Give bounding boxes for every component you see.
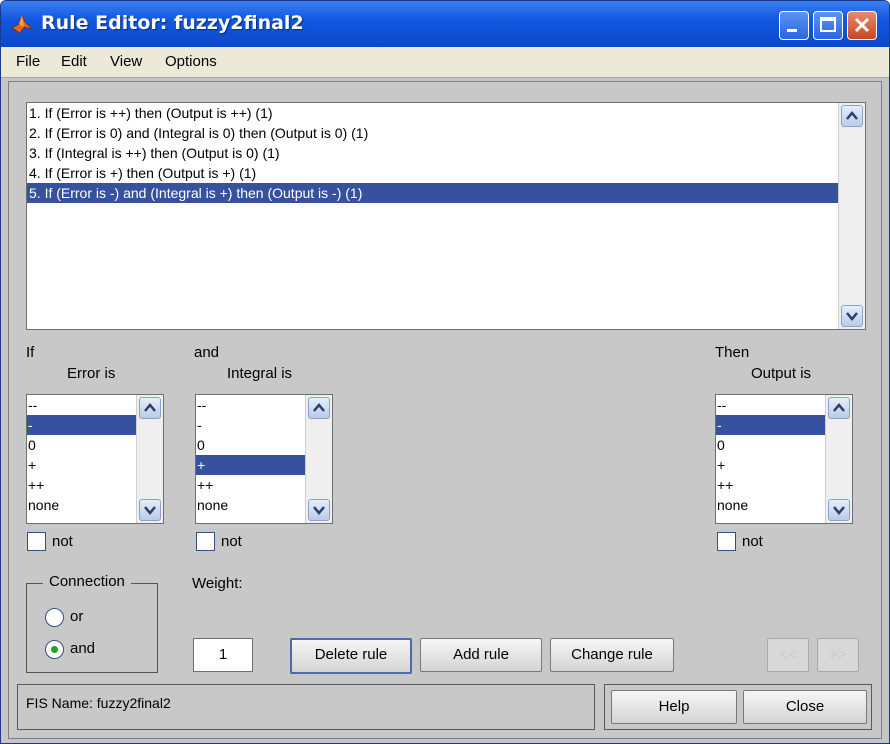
connection-group: Connection or and <box>26 573 158 673</box>
output-option[interactable]: -- <box>716 395 825 415</box>
window-title: Rule Editor: fuzzy2final2 <box>41 12 304 34</box>
integral-list-scrollbar[interactable] <box>305 395 332 523</box>
output-label: Output is <box>751 365 812 382</box>
help-button[interactable]: Help <box>611 690 737 724</box>
then-label: Then <box>715 344 750 361</box>
integral-option[interactable]: ++ <box>196 475 305 495</box>
close-button[interactable]: Close <box>743 690 867 724</box>
and-label: and <box>194 344 220 361</box>
menu-bar: File Edit View Options <box>1 47 889 78</box>
scroll-down-button[interactable] <box>139 499 161 521</box>
delete-rule-button[interactable]: Delete rule <box>290 638 412 674</box>
integral-option[interactable]: none <box>196 495 305 515</box>
output-option[interactable]: - <box>716 415 825 435</box>
output-membership-list[interactable]: -- - 0 + ++ none <box>715 394 853 524</box>
error-option[interactable]: -- <box>27 395 136 415</box>
weight-label: Weight: <box>192 575 243 592</box>
previous-button[interactable]: << <box>767 638 809 672</box>
matlab-logo-icon <box>11 13 33 34</box>
rule-item-1[interactable]: 1. If (Error is ++) then (Output is ++) … <box>27 103 839 123</box>
scroll-down-button[interactable] <box>828 499 850 521</box>
integral-option[interactable]: - <box>196 415 305 435</box>
scroll-up-button[interactable] <box>828 397 850 419</box>
and-radio-label: and <box>70 640 96 657</box>
status-box: FIS Name: fuzzy2final2 <box>17 684 595 730</box>
menu-view[interactable]: View <box>110 53 142 70</box>
minimize-icon <box>787 29 797 32</box>
maximize-button[interactable] <box>813 11 843 40</box>
title-bar[interactable]: Rule Editor: fuzzy2final2 <box>1 1 889 47</box>
menu-file[interactable]: File <box>16 53 40 70</box>
editor-panel: 1. If (Error is ++) then (Output is ++) … <box>8 81 882 739</box>
error-membership-list[interactable]: -- - 0 + ++ none <box>26 394 164 524</box>
rule-list-scrollbar[interactable] <box>838 103 865 329</box>
next-button[interactable]: >> <box>817 638 859 672</box>
error-list-scrollbar[interactable] <box>136 395 163 523</box>
connection-title: Connection <box>43 573 131 590</box>
if-label: If <box>26 344 35 361</box>
integral-not-checkbox[interactable] <box>196 532 215 551</box>
rule-item-4[interactable]: 4. If (Error is +) then (Output is +) (1… <box>27 163 839 183</box>
output-option[interactable]: 0 <box>716 435 825 455</box>
rule-list[interactable]: 1. If (Error is ++) then (Output is ++) … <box>26 102 866 330</box>
scroll-up-button[interactable] <box>308 397 330 419</box>
chevron-up-icon <box>144 403 156 412</box>
scroll-up-button[interactable] <box>139 397 161 419</box>
error-option[interactable]: 0 <box>27 435 136 455</box>
error-not-label: not <box>52 533 73 550</box>
minimize-button[interactable] <box>779 11 809 40</box>
output-list-scrollbar[interactable] <box>825 395 852 523</box>
chevron-up-icon <box>833 403 845 412</box>
and-radio[interactable] <box>45 640 64 659</box>
error-option[interactable]: + <box>27 455 136 475</box>
chevron-down-icon <box>313 506 325 515</box>
error-not-checkbox[interactable] <box>27 532 46 551</box>
error-option[interactable]: none <box>27 495 136 515</box>
fis-name-status: FIS Name: fuzzy2final2 <box>26 695 171 711</box>
chevron-down-icon <box>833 506 845 515</box>
close-icon <box>854 17 870 33</box>
rule-item-3[interactable]: 3. If (Integral is ++) then (Output is 0… <box>27 143 839 163</box>
output-not-label: not <box>742 533 763 550</box>
error-label: Error is <box>67 365 116 382</box>
dialog-buttons-box: Help Close <box>604 684 872 730</box>
rule-editor-window: Rule Editor: fuzzy2final2 File Edit View… <box>0 0 890 744</box>
scroll-down-button[interactable] <box>308 499 330 521</box>
menu-options[interactable]: Options <box>165 53 217 70</box>
integral-option[interactable]: + <box>196 455 305 475</box>
chevron-down-icon <box>144 506 156 515</box>
rule-item-5[interactable]: 5. If (Error is -) and (Integral is +) t… <box>27 183 839 203</box>
weight-input[interactable]: 1 <box>193 638 253 672</box>
scroll-up-button[interactable] <box>841 105 863 127</box>
output-option[interactable]: none <box>716 495 825 515</box>
output-not-checkbox[interactable] <box>717 532 736 551</box>
integral-membership-list[interactable]: -- - 0 + ++ none <box>195 394 333 524</box>
or-radio[interactable] <box>45 608 64 627</box>
chevron-up-icon <box>313 403 325 412</box>
integral-option[interactable]: 0 <box>196 435 305 455</box>
integral-label: Integral is <box>227 365 293 382</box>
or-label: or <box>70 608 84 625</box>
integral-not-label: not <box>221 533 242 550</box>
close-window-button[interactable] <box>847 11 877 40</box>
chevron-down-icon <box>846 312 858 321</box>
output-option[interactable]: ++ <box>716 475 825 495</box>
add-rule-button[interactable]: Add rule <box>420 638 542 672</box>
rule-item-2[interactable]: 2. If (Error is 0) and (Integral is 0) t… <box>27 123 839 143</box>
radio-selected-dot <box>51 646 58 653</box>
error-option[interactable]: - <box>27 415 136 435</box>
error-option[interactable]: ++ <box>27 475 136 495</box>
menu-edit[interactable]: Edit <box>61 53 87 70</box>
output-option[interactable]: + <box>716 455 825 475</box>
chevron-up-icon <box>846 111 858 120</box>
scroll-down-button[interactable] <box>841 305 863 327</box>
maximize-icon <box>820 17 836 32</box>
integral-option[interactable]: -- <box>196 395 305 415</box>
change-rule-button[interactable]: Change rule <box>550 638 674 672</box>
